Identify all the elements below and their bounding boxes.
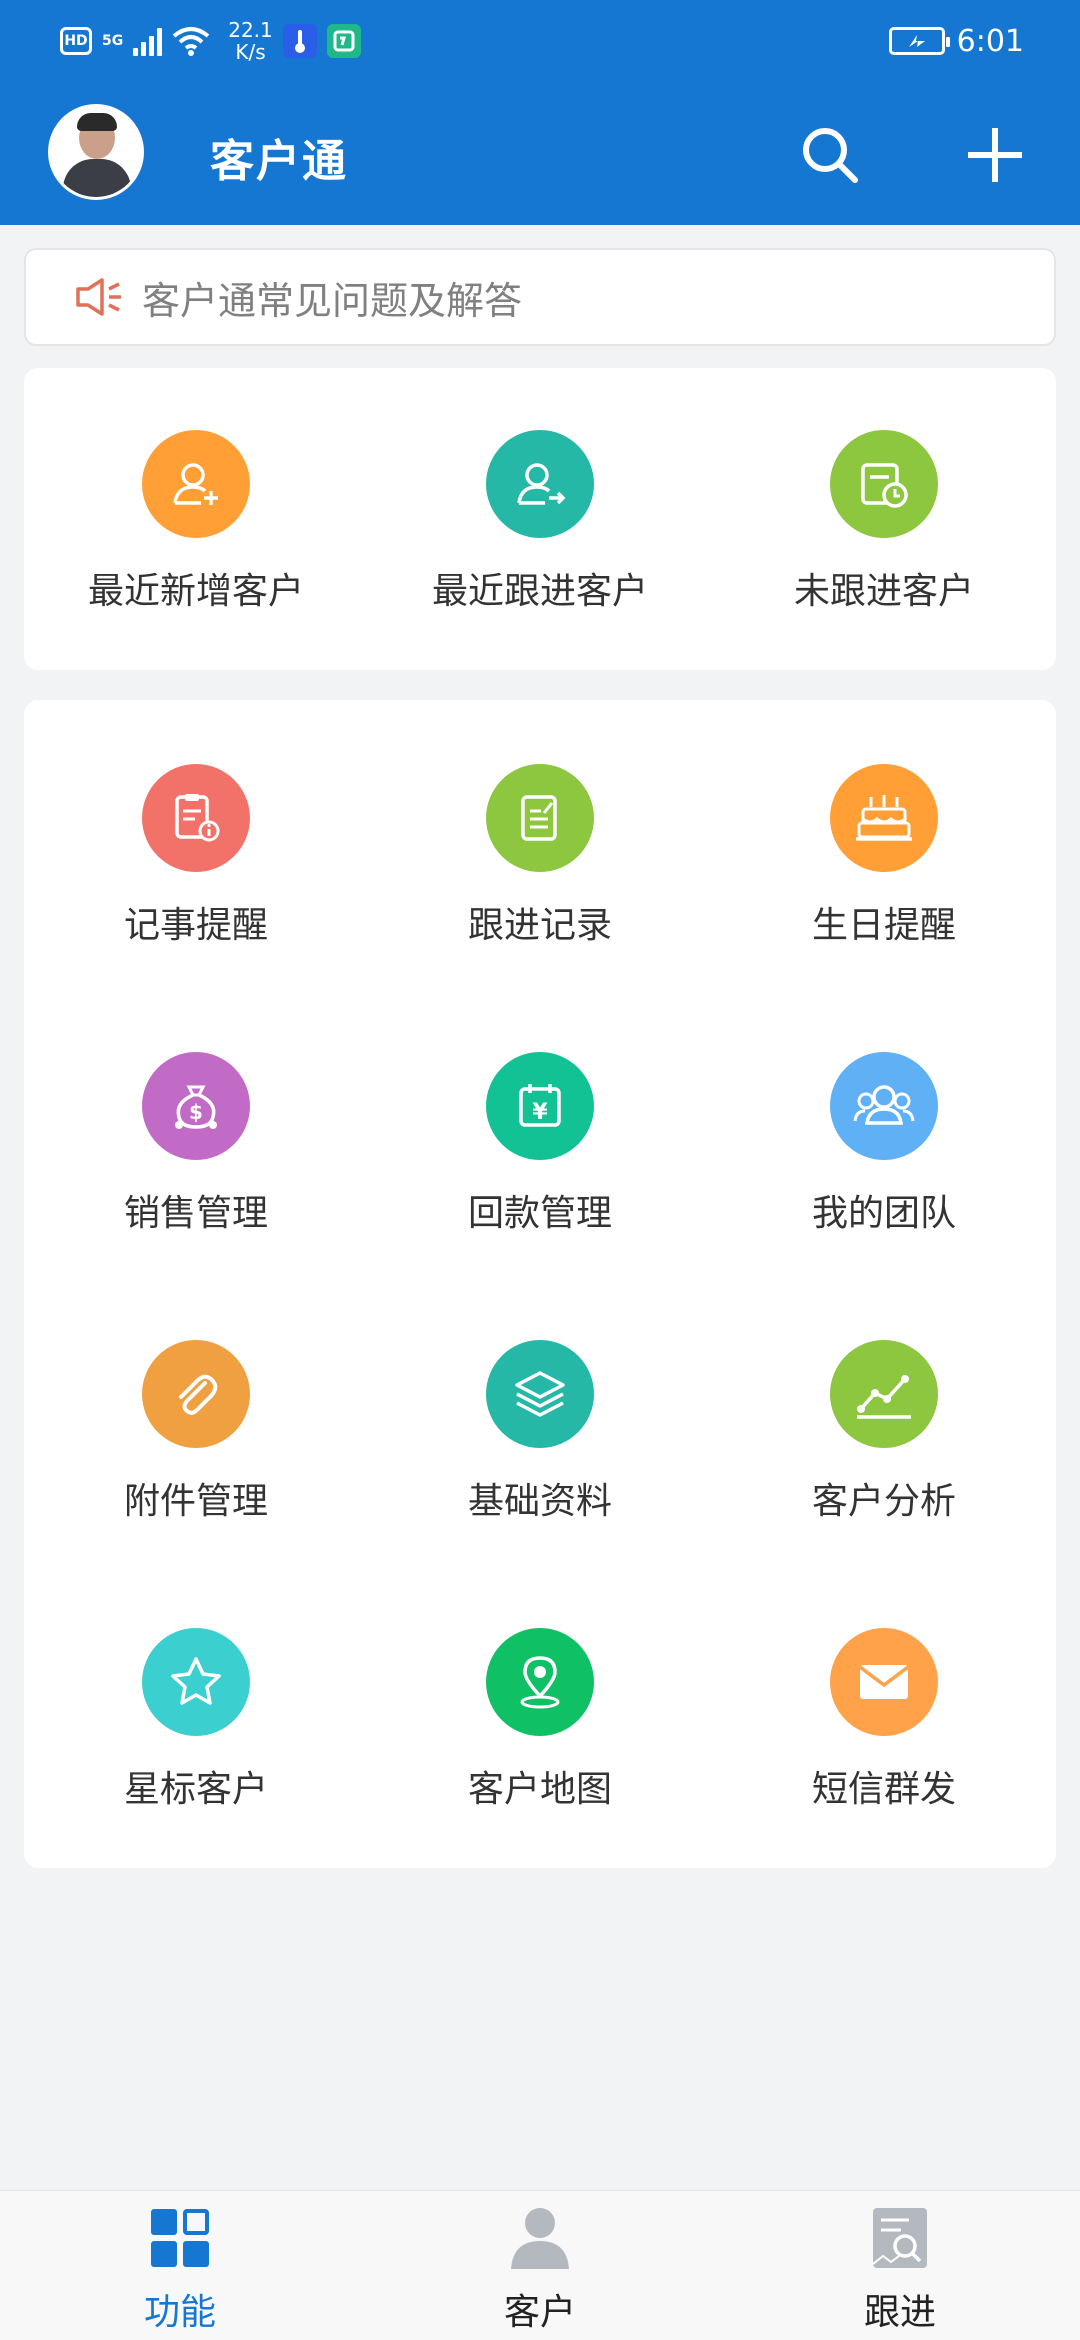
feature-label: 附件管理 <box>123 1481 268 1522</box>
nav-label: 客户 <box>503 2292 576 2333</box>
paperclip-icon <box>142 1340 250 1448</box>
feature-label: 客户分析 <box>811 1481 956 1522</box>
money-bag-icon: $ <box>142 1052 250 1160</box>
battery-icon <box>888 27 950 55</box>
header-bar: HD 5G 22.1 K/s 6:01 客户通 <box>0 0 1080 225</box>
edit-record-icon <box>486 764 594 872</box>
clock: 6:01 <box>956 23 1024 59</box>
feature-label: 我的团队 <box>811 1193 956 1234</box>
notice-text: 客户通常见问题及解答 <box>142 278 523 323</box>
feature-customer-analysis[interactable]: 客户分析 <box>712 1340 1056 1524</box>
feature-label: 生日提醒 <box>811 905 956 946</box>
search-button[interactable] <box>795 120 865 190</box>
star-icon <box>142 1628 250 1736</box>
quick-item-recent-follow[interactable]: 最近跟进客户 <box>368 430 712 614</box>
feature-sales-management[interactable]: $ 销售管理 <box>24 1052 368 1236</box>
user-follow-icon <box>486 430 594 538</box>
feature-starred-customers[interactable]: 星标客户 <box>24 1628 368 1812</box>
feature-label: 基础资料 <box>467 1481 612 1522</box>
envelope-icon <box>830 1628 938 1736</box>
feature-basic-data[interactable]: 基础资料 <box>368 1340 712 1524</box>
app-notification-icon <box>326 24 361 58</box>
bottom-navigation: 功能 客户 跟进 <box>0 2190 1080 2340</box>
quick-item-label: 最近新增客户 <box>87 571 304 612</box>
cake-icon <box>830 764 938 872</box>
thermometer-app-icon <box>282 24 317 58</box>
tab-customers[interactable]: 客户 <box>440 2203 640 2335</box>
calendar-clock-icon <box>830 430 938 538</box>
tab-functions[interactable]: 功能 <box>80 2203 280 2335</box>
feature-label: 客户地图 <box>467 1769 612 1810</box>
faq-notice-bar[interactable]: 客户通常见问题及解答 <box>24 248 1056 346</box>
network-type: 5G <box>102 33 124 49</box>
speaker-icon <box>76 278 121 316</box>
hd-indicator: HD <box>60 27 92 55</box>
app-bar: 客户通 <box>0 100 1080 210</box>
quick-item-label: 最近跟进客户 <box>431 571 648 612</box>
svg-text:¥: ¥ <box>532 1100 548 1125</box>
feature-label: 跟进记录 <box>467 905 612 946</box>
plus-icon <box>968 128 1022 182</box>
tab-follow-up[interactable]: 跟进 <box>800 2203 1000 2335</box>
quick-item-label: 未跟进客户 <box>793 571 974 612</box>
network-speed: 22.1 K/s <box>228 18 273 64</box>
feature-attachment-management[interactable]: 附件管理 <box>24 1340 368 1524</box>
features-card: 记事提醒 跟进记录 生日提醒 $ 销售管理 ¥ 回款管理 我的团队 附件管理 基… <box>24 700 1056 1868</box>
team-icon <box>830 1052 938 1160</box>
feature-label: 记事提醒 <box>123 905 268 946</box>
avatar[interactable] <box>48 104 144 200</box>
map-pin-icon <box>486 1628 594 1736</box>
feature-birthday-reminder[interactable]: 生日提醒 <box>712 764 1056 948</box>
grid-icon <box>145 2203 215 2273</box>
feature-sms-broadcast[interactable]: 短信群发 <box>712 1628 1056 1812</box>
nav-label: 功能 <box>143 2292 216 2333</box>
layers-icon <box>486 1340 594 1448</box>
yuan-calendar-icon: ¥ <box>486 1052 594 1160</box>
feature-label: 回款管理 <box>467 1193 612 1234</box>
status-bar: HD 5G 22.1 K/s 6:01 <box>0 0 1080 80</box>
search-icon <box>803 128 858 183</box>
feature-label: 销售管理 <box>123 1193 268 1234</box>
feature-payment-management[interactable]: ¥ 回款管理 <box>368 1052 712 1236</box>
user-add-icon <box>142 430 250 538</box>
feature-my-team[interactable]: 我的团队 <box>712 1052 1056 1236</box>
page-title: 客户通 <box>210 136 348 187</box>
wifi-icon <box>172 27 210 56</box>
add-button[interactable] <box>960 120 1030 190</box>
feature-label: 星标客户 <box>123 1769 268 1810</box>
quick-item-recent-new[interactable]: 最近新增客户 <box>24 430 368 614</box>
quick-access-card: 最近新增客户 最近跟进客户 未跟进客户 <box>24 368 1056 670</box>
svg-text:$: $ <box>189 1100 203 1124</box>
quick-item-not-followed[interactable]: 未跟进客户 <box>712 430 1056 614</box>
feature-label: 短信群发 <box>811 1769 956 1810</box>
feature-customer-map[interactable]: 客户地图 <box>368 1628 712 1812</box>
line-chart-icon <box>830 1340 938 1448</box>
signal-icon <box>133 26 163 56</box>
clipboard-info-icon <box>142 764 250 872</box>
person-icon <box>505 2203 575 2273</box>
follow-doc-icon <box>865 2203 935 2273</box>
nav-label: 跟进 <box>863 2292 936 2333</box>
feature-follow-records[interactable]: 跟进记录 <box>368 764 712 948</box>
feature-notes-reminder[interactable]: 记事提醒 <box>24 764 368 948</box>
